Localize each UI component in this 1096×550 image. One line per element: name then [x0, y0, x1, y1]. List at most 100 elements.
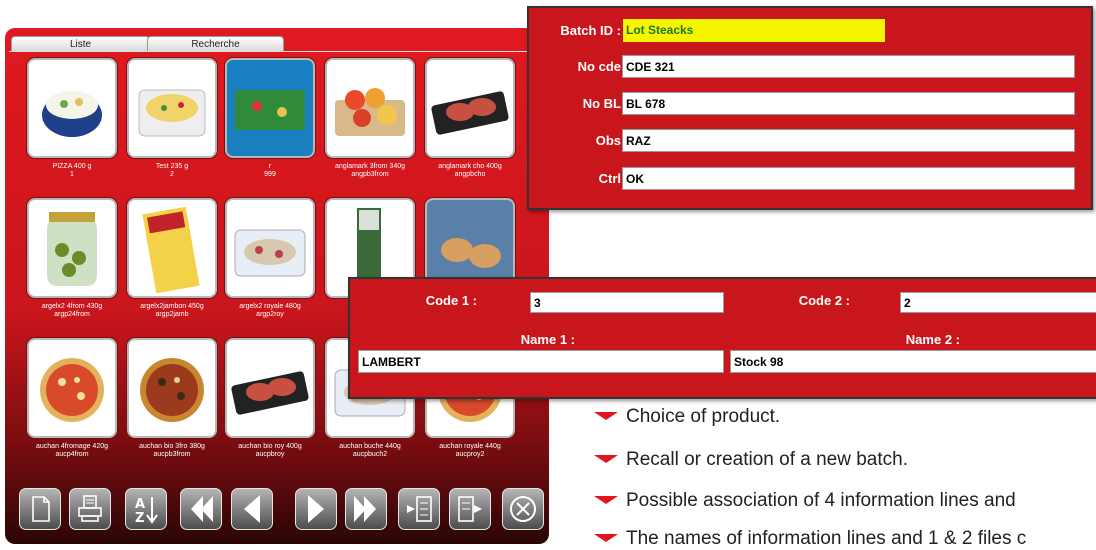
product-tile[interactable]: auchan bio 3fro 380g aucpb3from [127, 338, 217, 459]
product-code: aucpb3from [153, 451, 191, 458]
product-thumbnail [425, 58, 515, 158]
product-tile[interactable]: anglamark 3from 340g angpb3from [325, 58, 415, 179]
last-button[interactable] [345, 488, 387, 530]
product-thumbnail [27, 58, 117, 158]
tray-salad-icon [227, 60, 313, 156]
bullet-item: Recall or creation of a new batch. [594, 449, 908, 471]
product-tile[interactable]: auchan 4fromage 420g aucp4from [27, 338, 117, 459]
last-icon [354, 496, 376, 522]
product-code: 1 [70, 171, 74, 178]
print-icon [78, 495, 102, 522]
product-code: argp24from [54, 311, 90, 318]
pizza-icon [40, 358, 104, 422]
tab-liste[interactable]: Liste [11, 36, 150, 52]
bullet-item: Choice of product. [594, 406, 780, 428]
product-thumbnail [27, 198, 117, 298]
bullet-item: Possible association of 4 information li… [594, 490, 1016, 512]
code1-label: Code 1 : [425, 293, 477, 308]
sort-az-button[interactable]: AZ [125, 488, 167, 530]
first-icon [191, 496, 213, 522]
tray-pizza-icon [42, 91, 102, 137]
tab-divider [9, 51, 545, 52]
ctrl-field[interactable]: OK [622, 167, 1075, 190]
print-button[interactable] [69, 488, 111, 530]
no-bl-label: No BL [582, 96, 621, 111]
svg-text:A: A [135, 497, 145, 512]
bullet-item: The names of information lines and 1 & 2… [594, 528, 1026, 550]
product-thumbnail [127, 58, 217, 158]
first-button[interactable] [180, 488, 222, 530]
export-button[interactable] [449, 488, 491, 530]
product-code: 2 [170, 171, 174, 178]
jar-olives-icon [47, 212, 97, 286]
product-name: auchan buche 440g [339, 443, 401, 450]
product-name: argelx2 royale 480g [239, 303, 301, 310]
next-icon [308, 495, 324, 523]
product-thumbnail [127, 198, 217, 298]
code2-label: Code 2 : [798, 293, 850, 308]
import-icon [407, 496, 432, 522]
import-button[interactable] [398, 488, 440, 530]
product-code: angpbcho [454, 171, 486, 178]
product-code: aucpbroy [255, 451, 285, 458]
product-tile[interactable]: PIZZA 400 g1 [27, 58, 117, 179]
product-name: auchan royale 440g [439, 443, 501, 450]
meat-tray-icon [231, 371, 309, 415]
product-tile[interactable]: argelx2 royale 480g argp2roy [225, 198, 315, 319]
product-thumbnail [27, 338, 117, 438]
product-code: angpb3from [351, 171, 389, 178]
product-thumbnail [127, 338, 217, 438]
code1-field[interactable]: 3 [530, 292, 724, 313]
no-cde-label: No cde [577, 59, 621, 74]
no-bl-field[interactable]: BL 678 [622, 92, 1075, 115]
close-button[interactable] [502, 488, 544, 530]
tab-recherche[interactable]: Recherche [147, 36, 284, 52]
product-name: PIZZA 400 g [52, 163, 92, 170]
batch-id-label: Batch ID : [560, 23, 621, 38]
name2-label: Name 2 : [905, 332, 960, 347]
bullet-text: Possible association of 4 information li… [626, 490, 1016, 511]
export-icon [458, 496, 482, 522]
codes-dialog: Code 1 : 3 Code 2 : 2 Name 1 : LAMBERT N… [348, 277, 1096, 399]
new-document-icon [32, 496, 50, 522]
product-code: argp2roy [256, 311, 284, 318]
fruit-tray-icon [335, 88, 405, 136]
product-tile[interactable]: anglamark cho 400g angpbcho [425, 58, 515, 179]
product-code: 999 [264, 171, 276, 178]
batch-id-field[interactable]: Lot Steacks [623, 19, 885, 42]
bullet-text: Choice of product. [626, 406, 781, 427]
name1-field[interactable]: LAMBERT [358, 350, 724, 373]
product-tile[interactable]: Test 235 g2 [127, 58, 217, 179]
name2-field[interactable]: Stock 98 [730, 350, 1096, 373]
product-name: auchan 4fromage 420g [36, 443, 108, 450]
product-thumbnail [225, 338, 315, 438]
tray-pasta-icon [138, 89, 206, 137]
triangle-bullet-icon [594, 495, 618, 504]
ctrl-label: Ctrl [598, 171, 621, 186]
no-cde-field[interactable]: CDE 321 [622, 55, 1075, 78]
code2-field[interactable]: 2 [900, 292, 1096, 313]
product-tile[interactable]: argelx2 4from 430g argp24from [27, 198, 117, 319]
product-name: Test 235 g [155, 163, 189, 170]
product-tile[interactable]: auchan bio roy 400g aucpbroy [225, 338, 315, 459]
triangle-bullet-icon [594, 411, 618, 420]
product-tile[interactable]: r 999 [225, 58, 315, 179]
svg-text:Z: Z [135, 511, 144, 526]
bullet-text: The names of information lines and 1 & 2… [626, 528, 1027, 549]
batch-dialog: Batch ID : Lot Steacks No cde CDE 321 No… [527, 6, 1093, 210]
product-tile[interactable]: argelx2jambon 450g argp2jamb [127, 198, 217, 319]
triangle-bullet-icon [594, 454, 618, 463]
obs-field[interactable]: RAZ [622, 129, 1075, 152]
name1-label: Name 1 : [520, 332, 575, 347]
previous-button[interactable] [231, 488, 273, 530]
cheese-pack-icon [142, 206, 200, 294]
product-code: argp2jamb [155, 311, 189, 318]
new-document-button[interactable] [19, 488, 61, 530]
product-name: argelx2 4from 430g [41, 303, 103, 310]
product-name: auchan bio 3fro 380g [139, 443, 205, 450]
pizza-dark-icon [140, 358, 204, 422]
product-thumbnail [225, 198, 315, 298]
next-button[interactable] [295, 488, 337, 530]
tray-meal-icon [234, 229, 306, 277]
product-name: argelx2jambon 450g [140, 303, 204, 310]
